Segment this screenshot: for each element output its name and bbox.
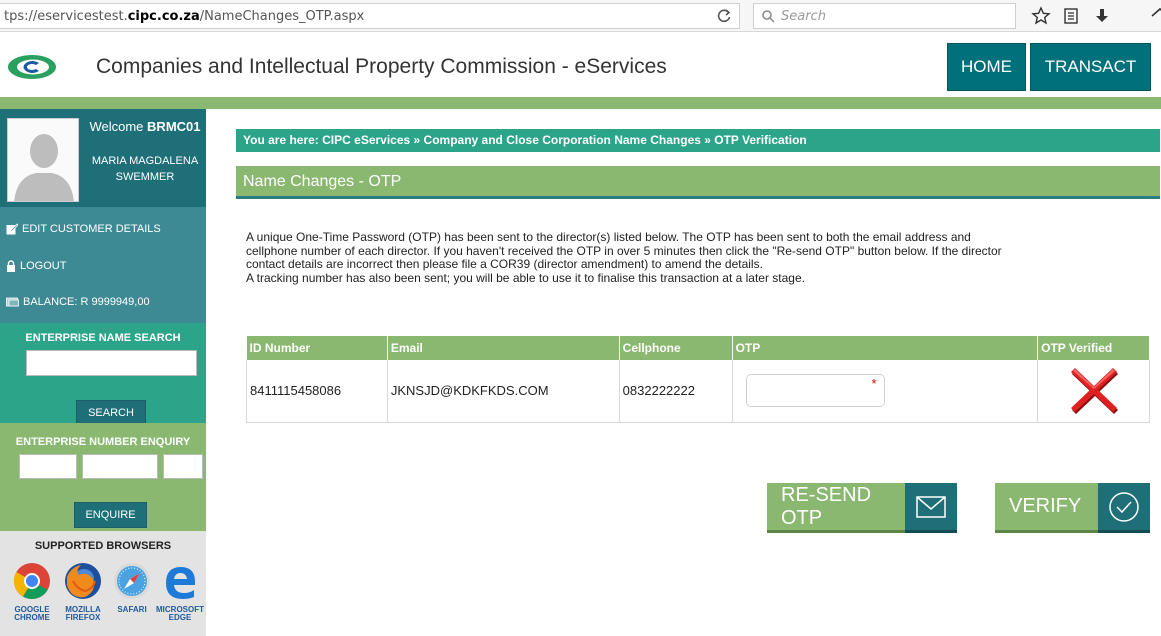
enterprise-name-search: ENTERPRISE NAME SEARCH SEARCH <box>0 323 206 426</box>
welcome-text: Welcome BRMC01 <box>86 119 204 134</box>
otp-input[interactable]: * <box>745 374 885 408</box>
browser-search-input[interactable]: Search <box>753 3 1016 29</box>
download-icon[interactable] <box>1092 6 1112 26</box>
nav-transact-button[interactable]: TRANSACT <box>1030 43 1151 91</box>
avatar <box>7 118 79 202</box>
red-cross-icon <box>1070 368 1118 415</box>
chrome-icon[interactable] <box>12 561 52 601</box>
cipc-logo-icon[interactable] <box>6 53 58 81</box>
sidebar: Welcome BRMC01 MARIA MAGDALENA SWEMMER E… <box>0 109 206 636</box>
logout-label: LOGOUT <box>20 260 67 272</box>
verify-label: VERIFY <box>1009 495 1082 517</box>
enterprise-number-enquiry: ENTERPRISE NUMBER ENQUIRY ENQUIRE <box>0 423 206 531</box>
safari-label: SAFARI <box>106 606 158 614</box>
firefox-icon[interactable] <box>63 561 103 601</box>
site-header: Companies and Intellectual Property Comm… <box>0 33 1161 97</box>
name-search-title: ENTERPRISE NAME SEARCH <box>25 332 181 344</box>
instructions-line4: A tracking number has also been sent; yo… <box>246 270 805 285</box>
edge-label: MICROSOFT EDGE <box>154 606 206 622</box>
user-full-name: MARIA MAGDALENA SWEMMER <box>86 153 204 185</box>
col-cellphone: Cellphone <box>619 336 733 360</box>
check-circle-icon <box>1098 483 1150 533</box>
supported-browsers-title: SUPPORTED BROWSERS <box>34 540 172 552</box>
edge-label-line2: EDGE <box>168 613 192 622</box>
bookmark-star-icon[interactable] <box>1031 6 1051 26</box>
edit-customer-details-link[interactable]: EDIT CUSTOMER DETAILS <box>6 223 161 235</box>
instructions-line1: A unique One-Time Password (OTP) has bee… <box>246 230 971 244</box>
user-placeholder-icon <box>8 119 78 201</box>
home-icon[interactable] <box>1150 6 1161 26</box>
user-name-line1: MARIA MAGDALENA <box>91 155 199 167</box>
balance-label: BALANCE: R 9999949,00 <box>23 296 150 308</box>
enterprise-number-sequence-input[interactable] <box>82 454 158 479</box>
enquire-button[interactable]: ENQUIRE <box>74 502 147 528</box>
breadcrumb: You are here: CIPC eServices » Company a… <box>236 129 1160 152</box>
header-divider <box>0 97 1161 109</box>
welcome-label: Welcome <box>89 119 144 134</box>
col-id-number: ID Number <box>246 336 388 360</box>
site-title: Companies and Intellectual Property Comm… <box>96 55 667 78</box>
number-enquiry-title: ENTERPRISE NUMBER ENQUIRY <box>15 436 191 448</box>
cellphone-cell: 0832222222 <box>619 360 733 423</box>
instructions-line3: contact details are incorrect then pleas… <box>246 257 763 271</box>
wallet-icon <box>6 297 19 307</box>
chrome-label: GOOGLE CHROME <box>6 606 58 622</box>
edit-customer-details-label: EDIT CUSTOMER DETAILS <box>22 223 161 235</box>
director-otp-table: ID Number Email Cellphone OTP OTP Verifi… <box>246 336 1150 423</box>
url-domain: cipc.co.za <box>127 9 200 24</box>
username: BRMC01 <box>147 119 201 134</box>
otp-cell: * <box>732 360 1039 423</box>
chrome-label-line2: CHROME <box>14 613 50 622</box>
safari-icon[interactable] <box>112 561 152 601</box>
otp-verified-cell <box>1037 360 1150 423</box>
url-path: /NameChanges_OTP.aspx <box>199 9 365 24</box>
resend-otp-button[interactable]: RE-SEND OTP <box>767 483 957 533</box>
col-otp-verified: OTP Verified <box>1037 336 1150 360</box>
resend-otp-label: RE-SEND OTP <box>781 483 872 529</box>
enterprise-number-year-input[interactable] <box>19 454 77 479</box>
instructions-line2: cellphone number of each director. If yo… <box>246 243 1002 258</box>
user-name-line2: SWEMMER <box>115 171 175 183</box>
search-placeholder: Search <box>781 8 826 24</box>
enterprise-number-type-input[interactable] <box>163 454 203 479</box>
nav-home-button[interactable]: HOME <box>947 43 1026 91</box>
reading-list-icon[interactable] <box>1061 6 1081 26</box>
col-otp: OTP <box>732 336 1039 360</box>
page-title: Name Changes - OTP <box>236 166 1160 199</box>
safari-label-line1: SAFARI <box>117 605 147 614</box>
balance-display: BALANCE: R 9999949,00 <box>6 296 150 308</box>
address-bar[interactable]: tps://eservicestest.cipc.co.za/NameChang… <box>0 3 740 29</box>
enterprise-name-input[interactable] <box>26 350 197 376</box>
firefox-label-line2: FIREFOX <box>65 613 101 622</box>
supported-browsers: SUPPORTED BROWSERS GOOGLE CHROME MOZILLA F… <box>0 531 206 636</box>
table-header-row: ID Number Email Cellphone OTP OTP Verifi… <box>246 336 1150 360</box>
reload-icon[interactable] <box>716 8 732 24</box>
verify-button[interactable]: VERIFY <box>995 483 1150 533</box>
url-prefix: tps://eservicestest. <box>4 9 128 24</box>
envelope-icon <box>905 483 957 533</box>
id-number-cell: 8411115458086 <box>246 360 388 423</box>
required-indicator: * <box>871 376 877 392</box>
edge-icon[interactable] <box>160 561 200 601</box>
firefox-label: MOZILLA FIREFOX <box>57 606 109 622</box>
browser-toolbar: tps://eservicestest.cipc.co.za/NameChang… <box>0 0 1161 32</box>
search-icon <box>762 9 775 23</box>
user-profile: Welcome BRMC01 MARIA MAGDALENA SWEMMER <box>0 109 206 207</box>
logout-link[interactable]: LOGOUT <box>6 260 66 272</box>
lock-icon <box>7 260 15 272</box>
otp-instructions: A unique One-Time Password (OTP) has bee… <box>246 230 1146 285</box>
table-row: 8411115458086 JKNSJD@KDKFKDS.COM 0832222… <box>246 360 1150 423</box>
account-menu: EDIT CUSTOMER DETAILS LOGOUT BALANCE: R … <box>0 207 206 323</box>
email-cell: JKNSJD@KDKFKDS.COM <box>387 360 620 423</box>
col-email: Email <box>387 336 620 360</box>
edit-icon <box>6 223 18 235</box>
